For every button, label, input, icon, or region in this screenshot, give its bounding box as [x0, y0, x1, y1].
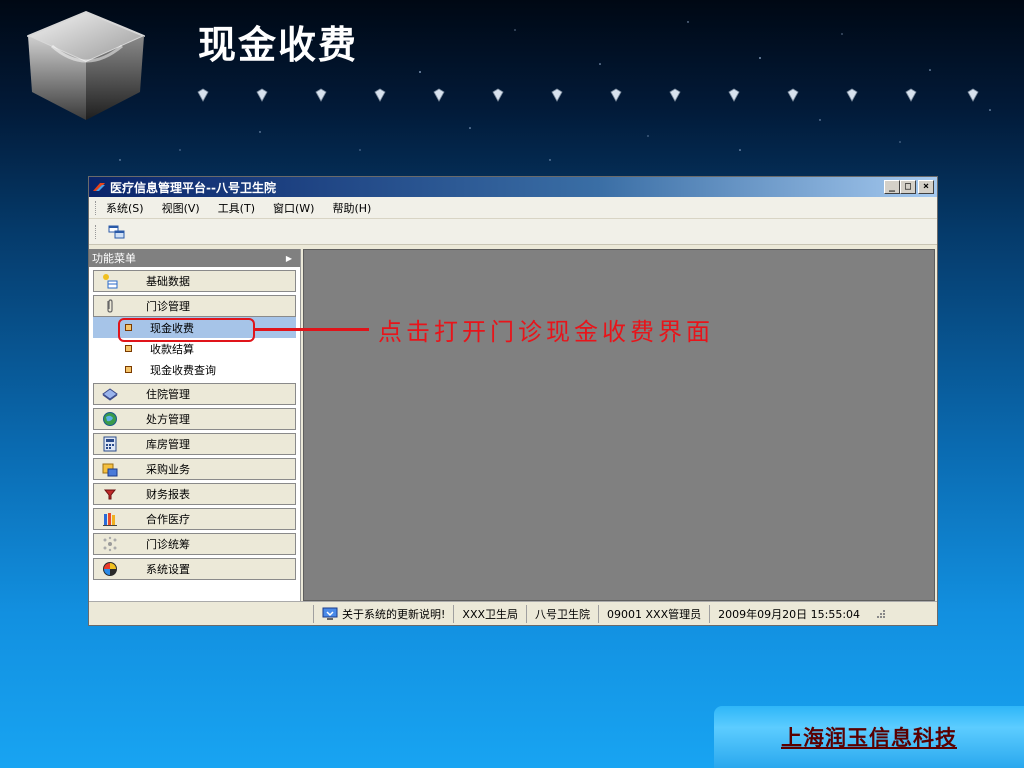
menu-group-purchasing[interactable]: 采购业务	[93, 458, 296, 480]
globe-icon	[103, 412, 117, 426]
menu-group-basic-data[interactable]: 基础数据	[93, 270, 296, 292]
menu-group-label: 采购业务	[146, 463, 190, 476]
menu-group-label: 基础数据	[146, 275, 190, 288]
folder-icon	[102, 463, 118, 477]
gem-icon	[315, 88, 327, 102]
menu-group-label: 门诊管理	[146, 300, 190, 313]
function-menu-title: 功能菜单	[92, 252, 136, 265]
menu-bar: 系统(S) 视图(V) 工具(T) 窗口(W) 帮助(H)	[89, 197, 937, 219]
slide-title: 现金收费	[198, 23, 359, 67]
cube-logo-icon	[27, 11, 145, 120]
function-menu-header: 功能菜单 ▶	[89, 249, 300, 267]
menu-system[interactable]: 系统(S)	[106, 200, 144, 216]
status-datetime: 2009年09月20日 15:55:04	[709, 604, 868, 623]
funnel-icon	[103, 489, 117, 500]
gem-icon	[197, 88, 209, 102]
menu-tools[interactable]: 工具(T)	[218, 200, 255, 216]
close-button[interactable]: ×	[918, 180, 934, 194]
menu-item-cash-charge-query[interactable]: 现金收费查询	[93, 359, 296, 380]
menu-view[interactable]: 视图(V)	[162, 200, 200, 216]
gem-bullet-row	[196, 88, 996, 104]
toolbar	[89, 219, 937, 245]
status-user: 09001 XXX管理员	[598, 604, 709, 623]
gem-icon	[374, 88, 386, 102]
minimize-button[interactable]: _	[884, 180, 900, 194]
window-title: 医疗信息管理平台--八号卫生院	[110, 180, 276, 195]
molecule-icon	[103, 536, 117, 552]
menu-group-outpatient[interactable]: 门诊管理	[93, 295, 296, 317]
menubar-grip-handle[interactable]	[95, 200, 98, 215]
menu-group-label: 门诊统筹	[146, 538, 190, 551]
window-layout-icon[interactable]	[108, 224, 126, 240]
maximize-button[interactable]: □	[900, 180, 916, 194]
menu-group-inpatient[interactable]: 住院管理	[93, 383, 296, 405]
menu-group-label: 库房管理	[146, 438, 190, 451]
menu-group-cooperative-medical[interactable]: 合作医疗	[93, 508, 296, 530]
app-logo-icon	[93, 183, 105, 191]
status-bar: 关于系统的更新说明! XXX卫生局 八号卫生院 09001 XXX管理员 200…	[89, 601, 937, 625]
update-notice-link[interactable]: 关于系统的更新说明!	[313, 604, 453, 623]
status-hospital: 八号卫生院	[526, 604, 598, 623]
gem-icon	[610, 88, 622, 102]
gem-icon	[787, 88, 799, 102]
menu-group-label: 住院管理	[146, 388, 190, 401]
gem-icon	[846, 88, 858, 102]
settings-icon	[103, 562, 117, 576]
window-titlebar[interactable]: 医疗信息管理平台--八号卫生院 _ □ ×	[89, 177, 937, 197]
function-menu-panel: 功能菜单 ▶ 基础数据 门诊管理 现金收费 收款结算 现金收费查询 住院管理 处…	[89, 249, 301, 601]
gem-icon	[256, 88, 268, 102]
gem-icon	[905, 88, 917, 102]
menu-window[interactable]: 窗口(W)	[273, 200, 314, 216]
gem-icon	[669, 88, 681, 102]
highlight-ring	[118, 318, 255, 342]
menu-group-label: 系统设置	[146, 563, 190, 576]
menu-group-outpatient-pooling[interactable]: 门诊统筹	[93, 533, 296, 555]
monitor-notice-icon	[322, 607, 338, 620]
menu-item-label: 现金收费查询	[150, 363, 216, 377]
menu-item-label: 收款结算	[150, 342, 194, 356]
menu-group-financial-reports[interactable]: 财务报表	[93, 483, 296, 505]
gem-icon	[728, 88, 740, 102]
menu-group-prescription[interactable]: 处方管理	[93, 408, 296, 430]
menu-group-label: 处方管理	[146, 413, 190, 426]
bullet-icon	[125, 345, 132, 352]
toolbar-grip-handle[interactable]	[95, 224, 98, 239]
gem-icon	[967, 88, 979, 102]
menu-group-system-settings[interactable]: 系统设置	[93, 558, 296, 580]
menu-help[interactable]: 帮助(H)	[332, 200, 371, 216]
menu-group-label: 财务报表	[146, 488, 190, 501]
brand-name: 上海润玉信息科技	[781, 725, 957, 750]
book-icon	[102, 388, 118, 401]
resize-grip-icon[interactable]	[872, 607, 886, 621]
gem-icon	[492, 88, 504, 102]
brand-badge: 上海润玉信息科技	[714, 706, 1024, 768]
mdi-workspace	[303, 249, 935, 601]
callout-text: 点击打开门诊现金收费界面	[378, 318, 714, 346]
menu-group-label: 合作医疗	[146, 513, 190, 526]
gem-icon	[551, 88, 563, 102]
status-empty-cell	[89, 605, 313, 623]
status-bureau: XXX卫生局	[453, 604, 526, 623]
bullet-icon	[125, 366, 132, 373]
workspace: 功能菜单 ▶ 基础数据 门诊管理 现金收费 收款结算 现金收费查询 住院管理 处…	[89, 249, 937, 601]
app-window: 医疗信息管理平台--八号卫生院 _ □ × 系统(S) 视图(V) 工具(T) …	[88, 176, 938, 626]
calculator-icon	[103, 436, 117, 452]
books-icon	[103, 513, 117, 526]
paperclip-icon	[107, 299, 113, 313]
menu-group-warehouse[interactable]: 库房管理	[93, 433, 296, 455]
callout-connector-line	[255, 328, 369, 331]
collapse-arrow-icon[interactable]: ▶	[286, 254, 292, 263]
update-notice-text: 关于系统的更新说明!	[342, 607, 446, 621]
gem-icon	[433, 88, 445, 102]
data-table-icon	[103, 274, 118, 289]
